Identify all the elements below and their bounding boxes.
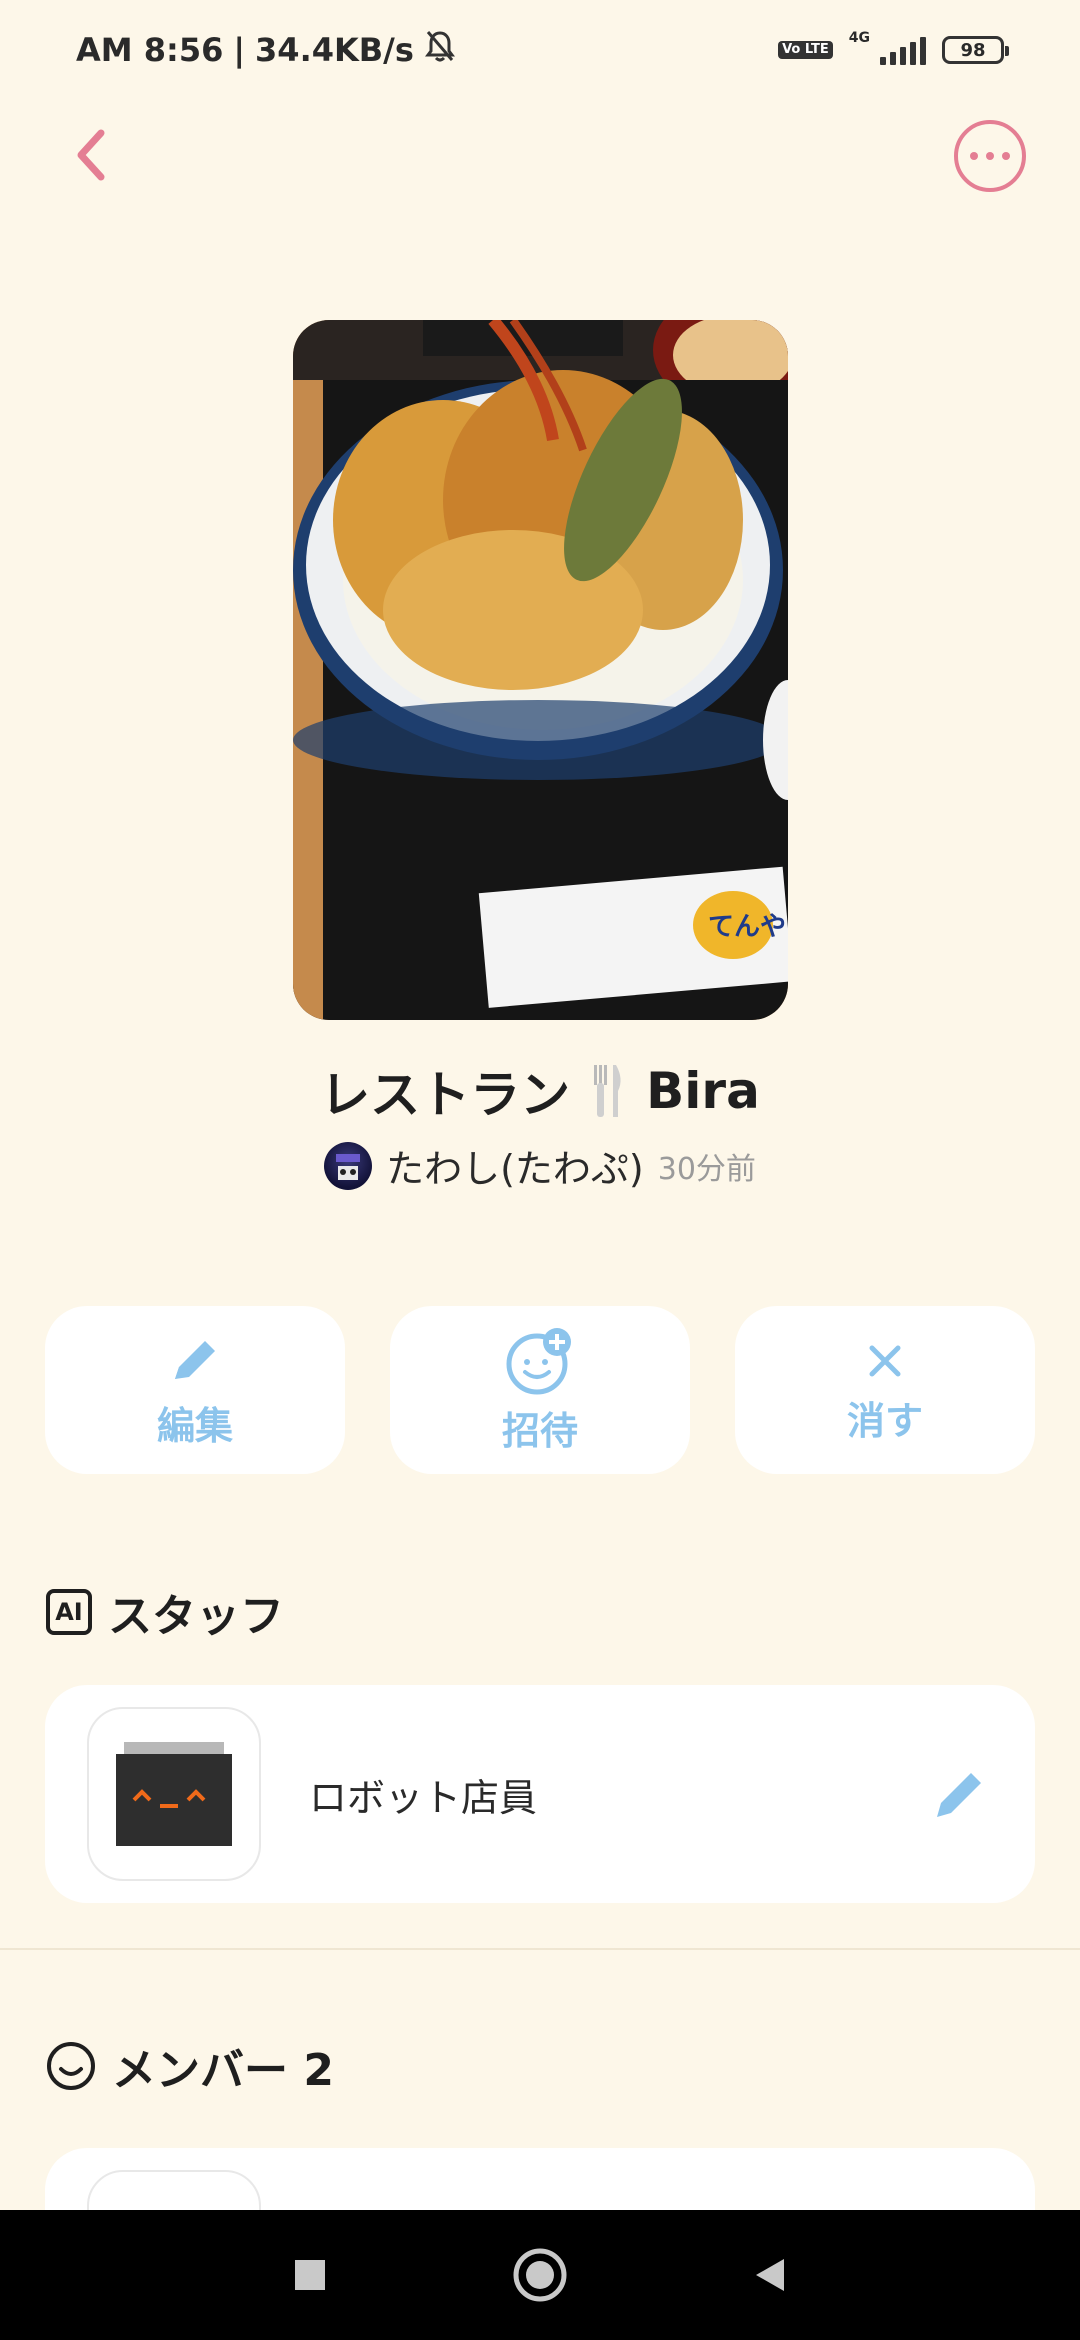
system-nav-bar [0, 2210, 1080, 2340]
invite-button[interactable]: 招待 [390, 1306, 690, 1474]
smile-face-icon [47, 2042, 95, 2090]
robot-face-icon [116, 1742, 232, 1846]
member-section-title: メンバー 2 [112, 2045, 334, 2096]
invite-face-icon [506, 1327, 571, 1394]
circle-icon [513, 2248, 567, 2302]
room-photo[interactable]: てんや [293, 320, 788, 1020]
status-separator: | [233, 31, 246, 69]
dot-icon [986, 152, 994, 160]
staff-card[interactable]: ロボット店員 [45, 1685, 1035, 1903]
recents-button[interactable] [275, 2240, 345, 2310]
square-icon [295, 2260, 325, 2290]
room-title-text: レストラン [320, 1066, 571, 1124]
fork-knife-icon [588, 1061, 628, 1121]
triangle-back-icon [756, 2259, 784, 2291]
room-subtitle: Bira [646, 1062, 760, 1120]
delete-button[interactable]: 消す [735, 1306, 1035, 1474]
section-divider [0, 1948, 1080, 1950]
member-section-header: メンバー 2 [46, 2034, 334, 2098]
status-time: AM 8:56 [76, 31, 224, 69]
staff-edit-button[interactable] [929, 1765, 989, 1825]
tempura-bowl-image: てんや [293, 320, 788, 1020]
invite-label: 招待 [501, 1408, 578, 1453]
staff-name: ロボット店員 [309, 1775, 538, 1820]
svg-text:てんや: てんや [708, 912, 786, 942]
avatar[interactable] [324, 1141, 373, 1190]
top-nav [0, 110, 1080, 200]
staff-section-header: AI スタッフ [46, 1580, 284, 1644]
bell-muted-icon [424, 29, 456, 71]
staff-section-title: スタッフ [108, 1591, 284, 1642]
pencil-icon [937, 1773, 981, 1817]
edit-label: 編集 [156, 1403, 233, 1448]
action-buttons: 編集 招待 消す [45, 1306, 1035, 1474]
more-options-button[interactable] [954, 120, 1026, 192]
owner-row: たわし(たわぷ) 30分前 [0, 1138, 1080, 1193]
network-type: 4G [848, 30, 870, 46]
status-right: Vo LTE 4G 98 [778, 30, 1009, 65]
home-button[interactable] [505, 2240, 575, 2310]
status-speed: 34.4KB/s [255, 31, 414, 69]
status-left: AM 8:56 | 34.4KB/s [76, 29, 456, 71]
time-ago: 30分前 [657, 1151, 756, 1187]
dot-icon [1002, 152, 1010, 160]
pencil-icon [175, 1340, 215, 1379]
ai-badge-icon: AI [46, 1589, 92, 1635]
edit-button[interactable]: 編集 [45, 1306, 345, 1474]
close-icon [869, 1345, 901, 1376]
chevron-left-icon [77, 129, 105, 181]
status-bar: AM 8:56 | 34.4KB/s Vo LTE 4G 98 [0, 0, 1080, 100]
battery-icon: 98 [942, 36, 1009, 64]
dot-icon [970, 152, 978, 160]
back-nav-button[interactable] [735, 2240, 805, 2310]
battery-level: 98 [960, 39, 986, 61]
robot-staff-thumbnail [87, 1707, 261, 1881]
volte-badge: Vo LTE [778, 41, 833, 59]
room-title: レストラン Bira [0, 1055, 1080, 1127]
signal-icon [880, 35, 926, 65]
back-button[interactable] [56, 120, 126, 190]
delete-label: 消す [846, 1398, 923, 1443]
owner-name[interactable]: たわし(たわぷ) [386, 1138, 644, 1193]
